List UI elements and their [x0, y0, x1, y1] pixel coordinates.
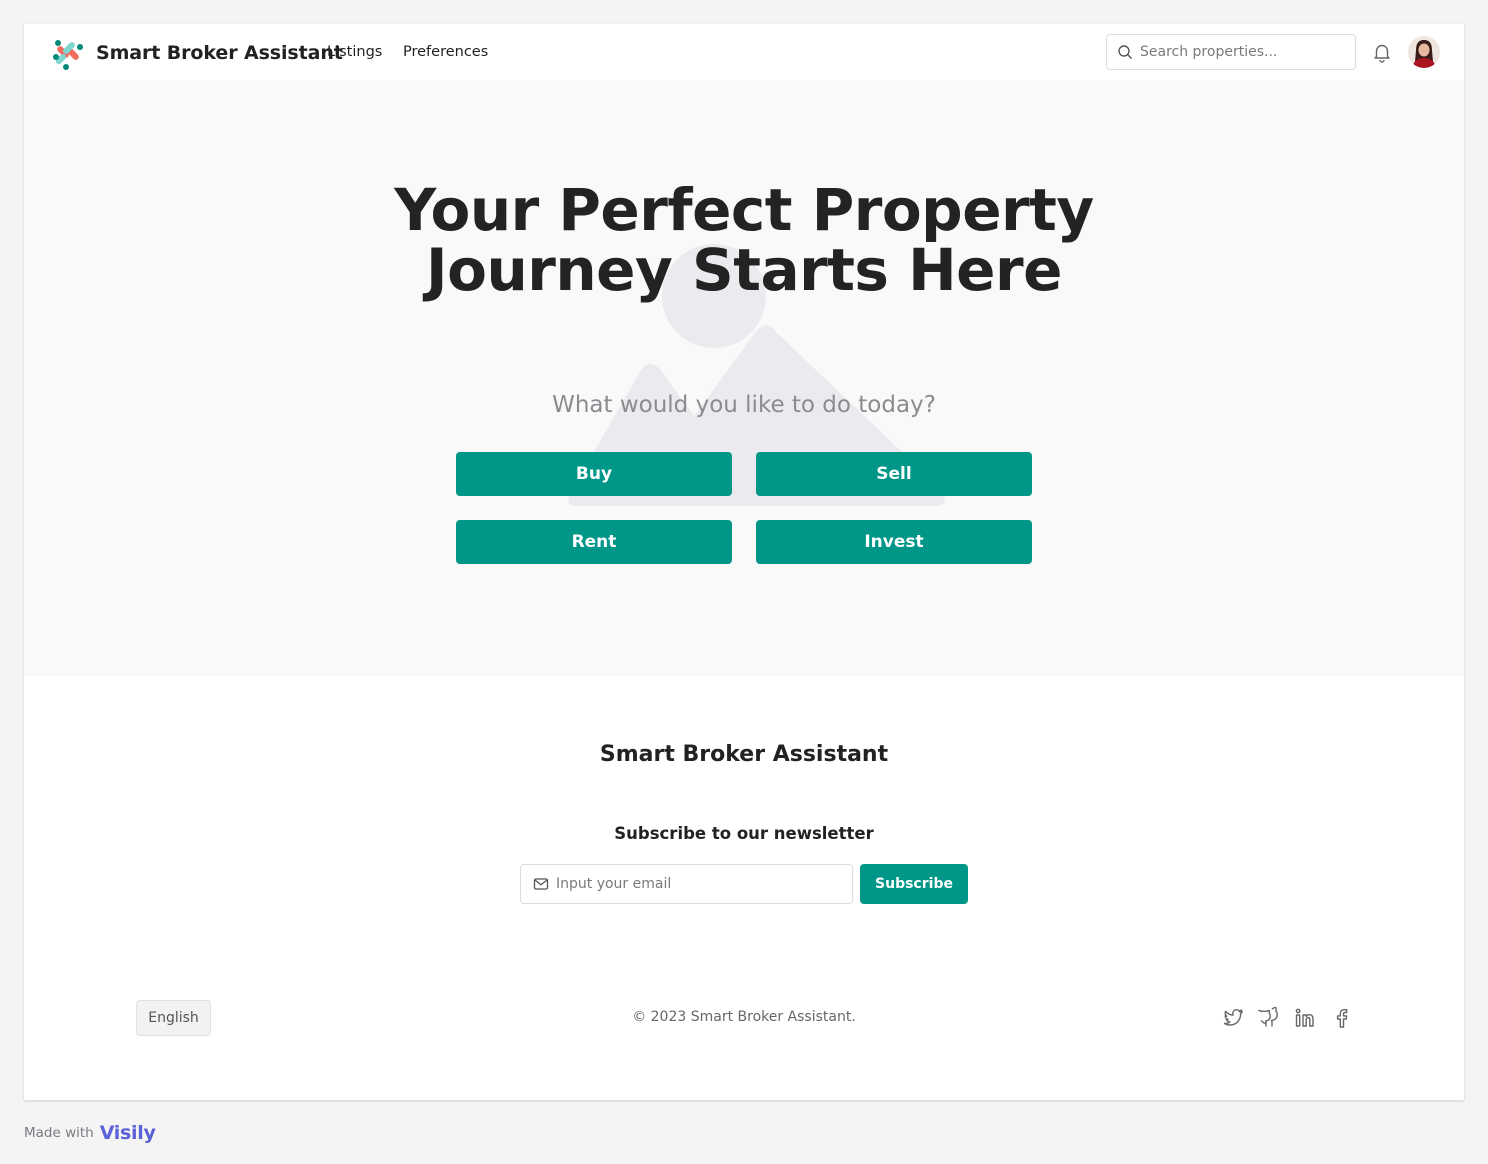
- subscribe-button[interactable]: Subscribe: [860, 864, 968, 904]
- visily-logo: Visily: [99, 1122, 156, 1144]
- facebook-link[interactable]: [1330, 1006, 1354, 1030]
- made-with-label: Made with: [24, 1125, 94, 1141]
- top-navbar: Smart Broker Assistant Listings Preferen…: [24, 24, 1464, 80]
- brand-name[interactable]: Smart Broker Assistant: [96, 42, 343, 64]
- footer-brand: Smart Broker Assistant: [599, 742, 889, 767]
- language-selector[interactable]: English: [136, 1000, 211, 1036]
- facebook-icon: [1336, 1009, 1348, 1028]
- brand-logo-icon[interactable]: [50, 35, 86, 71]
- nav-item-listings[interactable]: Listings: [327, 44, 382, 60]
- search-icon: [1118, 45, 1132, 59]
- invest-button[interactable]: Invest: [756, 520, 1032, 564]
- linkedin-link[interactable]: [1293, 1006, 1317, 1030]
- search-field[interactable]: [1106, 34, 1356, 70]
- rent-button[interactable]: Rent: [456, 520, 732, 564]
- email-input[interactable]: [556, 876, 826, 892]
- bell-icon[interactable]: [1371, 41, 1393, 63]
- page-frame: Smart Broker Assistant Listings Preferen…: [24, 24, 1464, 1100]
- linkedin-icon: [1295, 1008, 1314, 1027]
- mail-icon: [533, 878, 549, 890]
- hero-title: Your Perfect Property Journey Starts Her…: [394, 176, 1094, 304]
- user-avatar[interactable]: [1408, 36, 1440, 68]
- made-with-badge[interactable]: Made with Visily: [24, 1122, 156, 1144]
- email-field[interactable]: [520, 864, 853, 904]
- newsletter-title: Subscribe to our newsletter: [614, 824, 874, 843]
- sell-button[interactable]: Sell: [756, 452, 1032, 496]
- github-icon: [1258, 1006, 1278, 1027]
- copyright-text: © 2023 Smart Broker Assistant.: [632, 1009, 856, 1025]
- nav-item-preferences[interactable]: Preferences: [403, 44, 488, 60]
- hero-section: Your Perfect Property Journey Starts Her…: [24, 80, 1464, 676]
- hero-subtitle: What would you like to do today?: [552, 392, 936, 418]
- buy-button[interactable]: Buy: [456, 452, 732, 496]
- twitter-icon: [1223, 1009, 1243, 1026]
- search-input[interactable]: [1140, 44, 1340, 60]
- twitter-link[interactable]: [1221, 1006, 1245, 1030]
- avatar-image: [1408, 36, 1440, 68]
- github-link[interactable]: [1257, 1006, 1281, 1030]
